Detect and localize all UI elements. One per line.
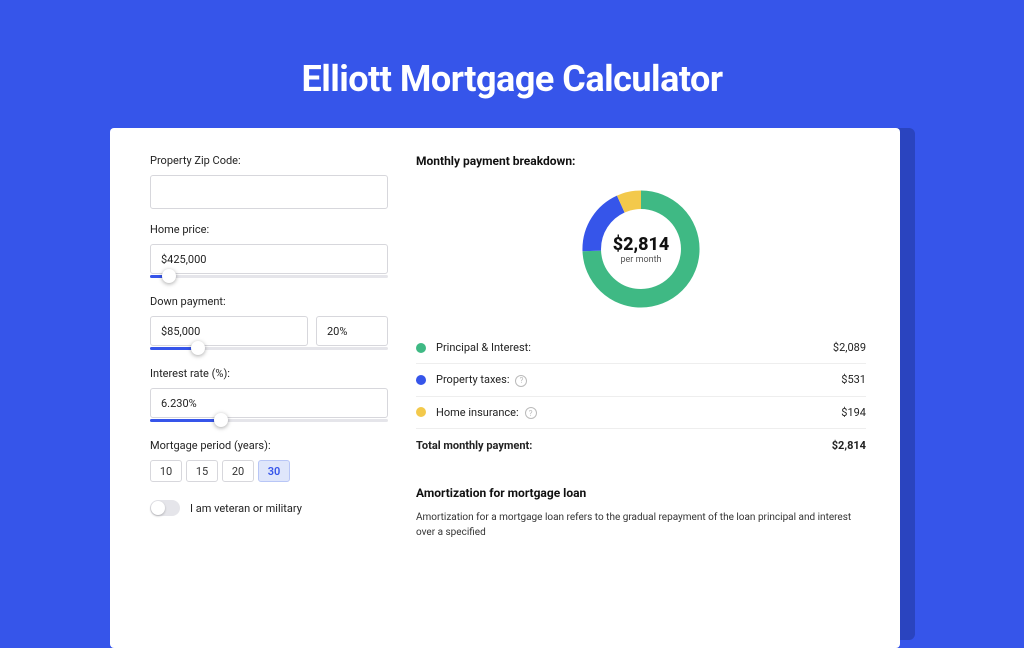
donut-amount: $2,814 (613, 234, 670, 255)
home-price-slider[interactable] (150, 273, 388, 281)
page-title: Elliott Mortgage Calculator (0, 0, 1024, 100)
veteran-toggle[interactable] (150, 500, 180, 516)
veteran-row: I am veteran or military (150, 500, 388, 516)
calculator-card: Property Zip Code: Home price: Down paym… (110, 128, 900, 648)
slider-thumb[interactable] (214, 413, 228, 427)
legend-row: Property taxes:?$531 (416, 364, 866, 397)
slider-thumb[interactable] (162, 269, 176, 283)
zip-field: Property Zip Code: (150, 154, 388, 209)
period-button-20[interactable]: 20 (222, 460, 254, 482)
legend-dot (416, 343, 426, 353)
legend-label: Home insurance:? (436, 406, 841, 420)
home-price-label: Home price: (150, 223, 388, 236)
legend: Principal & Interest:$2,089Property taxe… (416, 332, 866, 429)
slider-thumb[interactable] (191, 341, 205, 355)
period-button-10[interactable]: 10 (150, 460, 182, 482)
interest-slider[interactable] (150, 417, 388, 425)
period-buttons: 10152030 (150, 460, 388, 482)
down-payment-pct-input[interactable] (316, 316, 388, 346)
period-label: Mortgage period (years): (150, 439, 388, 452)
down-payment-slider[interactable] (150, 345, 388, 353)
breakdown-title: Monthly payment breakdown: (416, 154, 866, 168)
interest-label: Interest rate (%): (150, 367, 388, 380)
total-label: Total monthly payment: (416, 439, 832, 452)
down-payment-field: Down payment: (150, 295, 388, 353)
toggle-knob (151, 501, 165, 515)
legend-value: $531 (841, 373, 866, 386)
form-column: Property Zip Code: Home price: Down paym… (150, 154, 388, 648)
donut-chart: $2,814 per month (416, 184, 866, 314)
interest-input[interactable] (150, 388, 388, 418)
down-payment-input[interactable] (150, 316, 308, 346)
total-value: $2,814 (832, 439, 866, 452)
donut-sub: per month (620, 255, 661, 265)
amortization-section: Amortization for mortgage loan Amortizat… (416, 466, 866, 540)
amort-title: Amortization for mortgage loan (416, 486, 866, 500)
legend-value: $2,089 (833, 341, 866, 354)
info-icon[interactable]: ? (515, 375, 527, 387)
legend-label: Principal & Interest: (436, 341, 833, 354)
period-button-15[interactable]: 15 (186, 460, 218, 482)
info-icon[interactable]: ? (525, 407, 537, 419)
amort-text: Amortization for a mortgage loan refers … (416, 510, 866, 540)
period-field: Mortgage period (years): 10152030 (150, 439, 388, 482)
legend-label: Property taxes:? (436, 373, 841, 387)
down-payment-label: Down payment: (150, 295, 388, 308)
breakdown-column: Monthly payment breakdown: $2,814 per mo… (416, 154, 866, 648)
legend-value: $194 (841, 406, 866, 419)
legend-dot (416, 375, 426, 385)
veteran-label: I am veteran or military (190, 502, 302, 515)
total-row: Total monthly payment: $2,814 (416, 429, 866, 466)
interest-field: Interest rate (%): (150, 367, 388, 425)
home-price-field: Home price: (150, 223, 388, 281)
legend-dot (416, 407, 426, 417)
legend-row: Principal & Interest:$2,089 (416, 332, 866, 364)
home-price-input[interactable] (150, 244, 388, 274)
zip-input[interactable] (150, 175, 388, 209)
zip-label: Property Zip Code: (150, 154, 388, 167)
legend-row: Home insurance:?$194 (416, 397, 866, 430)
period-button-30[interactable]: 30 (258, 460, 290, 482)
